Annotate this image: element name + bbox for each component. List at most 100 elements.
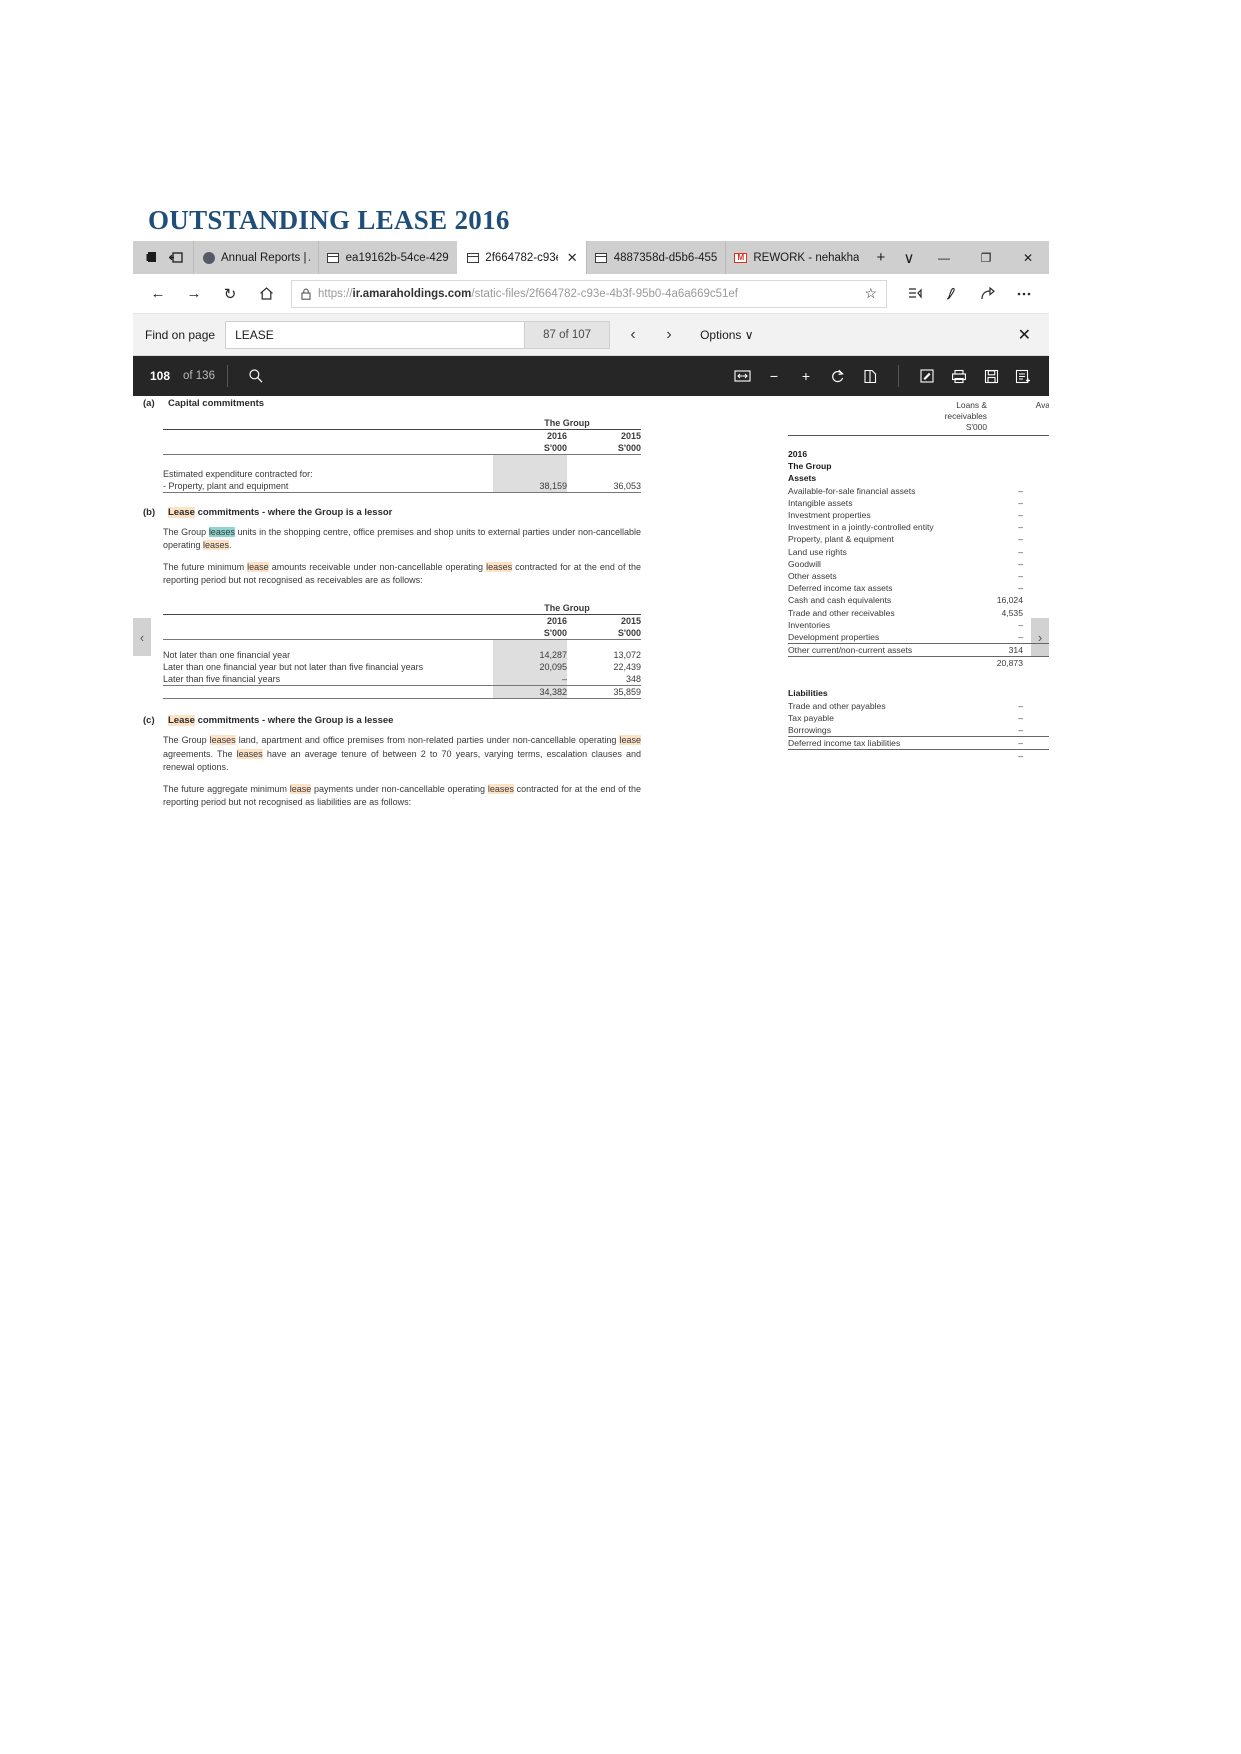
back-button[interactable]: ← xyxy=(141,278,175,310)
right-liabilities-table: Liabilities Trade and other payables – Ta… xyxy=(788,687,1049,763)
find-close-button[interactable]: ✕ xyxy=(1018,325,1037,345)
table-row: Trade and other receivables 4,535 xyxy=(788,607,1023,618)
favorite-star-icon[interactable]: ☆ xyxy=(864,285,877,302)
highlighted-term: leases xyxy=(236,748,263,759)
browser-tab-ea19162b[interactable]: ea19162b-54ce-4292-9c4f xyxy=(317,241,458,274)
maximize-button[interactable]: ❐ xyxy=(965,241,1007,274)
capital-commitments-table: The Group 2016 2015 S'000 S'000 Estimated … xyxy=(163,417,641,493)
table-row: Trade and other payables – xyxy=(788,700,1023,711)
cell-2015: 36,053 xyxy=(567,479,641,493)
section-b-heading: (b) Lease commitments - where the Group … xyxy=(143,506,663,518)
tab-label: REWORK - nehakhandelial xyxy=(753,251,859,264)
forward-button[interactable]: → xyxy=(177,278,211,310)
print-icon[interactable] xyxy=(943,361,975,391)
table-row: Property, plant & equipment – xyxy=(788,534,1023,545)
highlighted-term-selected: leases xyxy=(208,526,235,537)
table-row: - Property, plant and equipment 38,159 36,… xyxy=(163,479,641,493)
browser-tab-rework-gmail[interactable]: M REWORK - nehakhandelial xyxy=(725,241,867,274)
chevron-down-icon: ∨ xyxy=(744,327,754,342)
set-aside-tabs-icon[interactable] xyxy=(164,245,188,271)
cell-2015: 22,439 xyxy=(613,662,641,672)
notes-pen-icon[interactable] xyxy=(935,278,969,310)
table-row: Deferred income tax liabilities – xyxy=(788,736,1049,750)
share-icon[interactable] xyxy=(971,278,1005,310)
table-row: Later than one financial year but not la… xyxy=(163,661,641,673)
save-icon[interactable] xyxy=(975,361,1007,391)
pdf-toolbar: 108 of 136 − + xyxy=(133,356,1049,396)
url-text: https://ir.amaraholdings.com/static-file… xyxy=(318,287,739,300)
table-row: Estimated expenditure contracted for: xyxy=(163,467,641,480)
pdf-page-icon xyxy=(595,251,608,264)
tab-preview-icon[interactable] xyxy=(140,245,164,271)
pdf-total-pages: of 136 xyxy=(183,370,215,382)
add-notes-icon[interactable] xyxy=(1007,361,1039,391)
table-row: Intangible assets – xyxy=(788,497,1023,508)
table-row: Investment in a jointly-controlled entit… xyxy=(788,522,1023,533)
page-layout-icon[interactable] xyxy=(854,361,886,391)
minimize-button[interactable]: — xyxy=(923,241,965,274)
pdf-toolbar-right-group: − + xyxy=(726,361,1039,391)
highlighted-term: Lease xyxy=(168,715,195,726)
section-c-paragraph-2: The future aggregate minimum lease payme… xyxy=(163,783,641,807)
pdf-current-page-input[interactable]: 108 xyxy=(143,369,177,383)
find-previous-button[interactable]: ‹ xyxy=(620,326,646,344)
section-c-title: Lease commitments - where the Group is a… xyxy=(168,715,394,726)
right-col-unit-row: S'000 xyxy=(788,422,1049,433)
table-group-header: The Group xyxy=(544,418,590,428)
right-col-rule xyxy=(788,435,1049,436)
find-input[interactable]: LEASE xyxy=(226,321,525,348)
find-options-button[interactable]: Options ∨ xyxy=(700,328,754,342)
tab-label: Annual Reports | Amara Ho xyxy=(221,251,310,264)
browser-tab-2f664782-active[interactable]: 2f664782-c93e-4b3f-9 ✕ xyxy=(457,241,586,274)
lessor-lease-table: The Group 2016 2015 S'000 S'000 Not later … xyxy=(163,602,641,699)
right-entity: The Group xyxy=(788,461,832,472)
pdf-page-icon xyxy=(327,251,340,264)
assets-total-row: 20,873 xyxy=(788,656,1049,670)
close-window-button[interactable]: ✕ xyxy=(1007,241,1049,274)
fit-to-page-icon[interactable] xyxy=(726,361,758,391)
home-button[interactable] xyxy=(249,278,283,310)
url-input[interactable]: https://ir.amaraholdings.com/static-file… xyxy=(291,279,887,308)
chevron-down-icon[interactable]: ∨ xyxy=(894,241,923,274)
table-row: Not later than one financial year 14,287 1… xyxy=(163,649,641,661)
zoom-in-button[interactable]: + xyxy=(790,361,822,391)
col-unit-2016: S'000 xyxy=(493,442,567,455)
find-next-button[interactable]: › xyxy=(656,326,682,344)
pdf-viewport[interactable]: ‹ › (a) Capital commitments The Group 20… xyxy=(133,396,1049,907)
section-c-letter: (c) xyxy=(143,715,155,726)
table-group-header: The Group xyxy=(544,602,590,613)
row-label: - Property, plant and equipment xyxy=(163,479,493,493)
address-bar: ← → ↻ https://ir.amaraholdings.com/stati… xyxy=(133,274,1049,314)
total-2016: 34,382 xyxy=(493,685,567,699)
liabilities-total: – xyxy=(971,749,1023,763)
find-input-wrapper: LEASE 87 of 107 xyxy=(225,320,611,349)
table-row: Development properties – xyxy=(788,631,1023,642)
col-header-2016: 2016 xyxy=(493,429,567,442)
highlighted-term: leases xyxy=(209,735,236,745)
table-row: Available-for-sale financial assets – xyxy=(788,485,1023,496)
section-a-letter: (a) xyxy=(143,398,155,409)
page-title: OUTSTANDING LEASE 2016 xyxy=(148,205,510,235)
tabstrip-shortcut-group xyxy=(133,241,193,274)
cell-2016: 20,095 xyxy=(493,661,567,673)
rotate-icon[interactable] xyxy=(822,361,854,391)
table-row: Later than five financial years –348 xyxy=(163,673,641,686)
right-col-headers: Loans & receivables Avail fo xyxy=(788,400,1049,422)
close-icon[interactable]: ✕ xyxy=(564,250,578,266)
settings-more-icon[interactable] xyxy=(1007,278,1041,310)
document-left-column: (a) Capital commitments The Group 2016 20… xyxy=(143,396,663,810)
toolbar-divider-2 xyxy=(898,365,899,387)
browser-tab-annual-reports[interactable]: Annual Reports | Amara Ho xyxy=(193,241,318,274)
find-on-page-bar: Find on page LEASE 87 of 107 ‹ › Options… xyxy=(133,314,1049,356)
section-a-heading: (a) Capital commitments xyxy=(143,398,663,409)
new-tab-button[interactable]: + xyxy=(866,241,895,274)
find-match-count: 87 of 107 xyxy=(524,321,610,348)
draw-icon[interactable] xyxy=(911,361,943,391)
browser-tab-4887358d[interactable]: 4887358d-d5b6-4554-a61 xyxy=(585,241,726,274)
highlighted-term: lease xyxy=(289,783,312,794)
search-icon[interactable] xyxy=(240,361,272,391)
zoom-out-button[interactable]: − xyxy=(758,361,790,391)
refresh-button[interactable]: ↻ xyxy=(213,278,247,310)
total-2015: 35,859 xyxy=(567,685,641,699)
reading-list-icon[interactable] xyxy=(899,278,933,310)
